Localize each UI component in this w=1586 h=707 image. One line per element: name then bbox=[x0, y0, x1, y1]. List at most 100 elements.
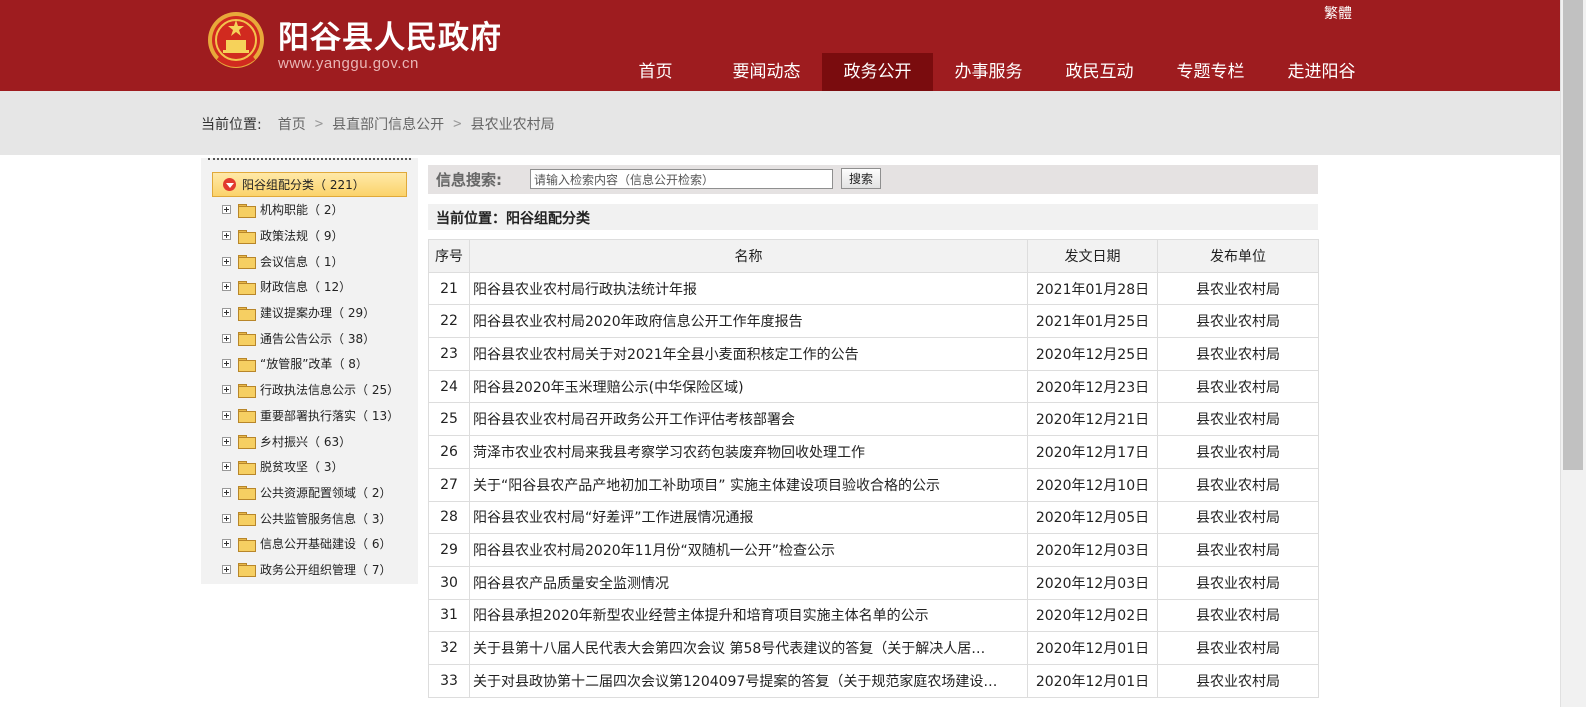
breadcrumb-home[interactable]: 首页 bbox=[278, 114, 306, 134]
expand-icon[interactable] bbox=[222, 308, 231, 318]
category-count: （ 38） bbox=[332, 331, 376, 346]
category-item[interactable]: “放管服”改革（ 8） bbox=[222, 351, 412, 377]
category-item[interactable]: 通告公告公示（ 38） bbox=[222, 325, 412, 351]
document-title-link[interactable]: 菏泽市农业农村局来我县考察学习农药包装废弃物回收处理工作 bbox=[469, 435, 1028, 469]
breadcrumb-agriculture-bureau[interactable]: 县农业农村局 bbox=[471, 114, 555, 134]
search-button[interactable]: 搜索 bbox=[841, 168, 881, 189]
document-title-link[interactable]: 阳谷县农业农村局召开政务公开工作评估考核部署会 bbox=[469, 402, 1028, 437]
expand-icon[interactable] bbox=[222, 513, 231, 523]
expand-icon[interactable] bbox=[222, 205, 231, 215]
category-item[interactable]: 会议信息（ 1） bbox=[222, 248, 412, 274]
table-row: 24 阳谷县2020年玉米理赔公示(中华保险区域) 2020年12月23日 县农业农村… bbox=[428, 369, 1319, 404]
folder-icon bbox=[238, 460, 256, 475]
category-root-name: 阳谷组配分类 bbox=[242, 178, 315, 192]
category-count: （ 1） bbox=[308, 254, 344, 269]
expand-icon[interactable] bbox=[222, 282, 231, 292]
expand-icon[interactable] bbox=[222, 385, 231, 395]
table-row: 21 阳谷县农业农村局行政执法统计年报 2021年01月28日 县农业农村局 bbox=[428, 271, 1319, 306]
publishing-unit: 县农业农村局 bbox=[1157, 337, 1319, 371]
main-nav: 首页 要闻动态 政务公开 办事服务 政民互动 专题专栏 走进阳谷 bbox=[600, 53, 1377, 91]
nav-services[interactable]: 办事服务 bbox=[933, 53, 1044, 91]
document-title-link[interactable]: 阳谷县农业农村局“好差评”工作进展情况通报 bbox=[469, 500, 1028, 535]
category-item[interactable]: 机构职能（ 2） bbox=[222, 197, 412, 223]
folder-icon bbox=[238, 383, 256, 398]
expand-icon[interactable] bbox=[222, 359, 231, 369]
document-title-link[interactable]: 阳谷县农业农村局2020年政府信息公开工作年度报告 bbox=[469, 304, 1028, 339]
category-count: （ 9） bbox=[308, 229, 344, 244]
expand-icon[interactable] bbox=[222, 436, 231, 446]
expand-icon[interactable] bbox=[222, 462, 231, 472]
document-title-link[interactable]: 阳谷县农业农村局行政执法统计年报 bbox=[469, 271, 1028, 306]
category-count: （ 2） bbox=[356, 485, 392, 500]
document-title-link[interactable]: 阳谷县农业农村局2020年11月份“双随机一公开”检查公示 bbox=[469, 533, 1028, 567]
publish-date: 2020年12月10日 bbox=[1027, 467, 1158, 502]
expand-icon[interactable] bbox=[222, 564, 231, 574]
publish-date: 2020年12月01日 bbox=[1027, 631, 1158, 665]
category-count: （ 12） bbox=[308, 280, 352, 295]
category-root-count: （ 221） bbox=[314, 178, 365, 192]
nav-home[interactable]: 首页 bbox=[600, 53, 711, 91]
category-item[interactable]: 重要部署执行落实（ 13） bbox=[222, 403, 412, 429]
publishing-unit: 县农业农村局 bbox=[1157, 435, 1319, 469]
document-title-link[interactable]: 关于县第十八届人民代表大会第四次会议 第58号代表建议的答复（关于解决人居… bbox=[469, 631, 1028, 665]
table-row: 22 阳谷县农业农村局2020年政府信息公开工作年度报告 2021年01月25日 县农… bbox=[428, 304, 1319, 339]
category-root[interactable]: 阳谷组配分类 （ 221） bbox=[212, 172, 407, 197]
category-item[interactable]: 财政信息（ 12） bbox=[222, 274, 412, 300]
folder-icon bbox=[238, 203, 256, 218]
category-item[interactable]: 脱贫攻坚（ 3） bbox=[222, 454, 412, 480]
nav-interaction[interactable]: 政民互动 bbox=[1044, 53, 1155, 91]
publishing-unit: 县农业农村局 bbox=[1157, 663, 1319, 698]
search-input[interactable] bbox=[530, 169, 833, 189]
document-title-link[interactable]: 阳谷县农产品质量安全监测情况 bbox=[469, 565, 1028, 600]
document-title-link[interactable]: 关于“阳谷县农产品产地初加工补助项目” 实施主体建设项目验收合格的公示 bbox=[469, 467, 1028, 502]
row-number: 27 bbox=[428, 467, 470, 502]
expand-icon[interactable] bbox=[222, 256, 231, 266]
category-item[interactable]: 公共监管服务信息（ 3） bbox=[222, 505, 412, 531]
category-item[interactable]: 信息公开基础建设（ 6） bbox=[222, 531, 412, 557]
category-item[interactable]: 政策法规（ 9） bbox=[222, 223, 412, 249]
table-row: 27 关于“阳谷县农产品产地初加工补助项目” 实施主体建设项目验收合格的公示 202… bbox=[428, 467, 1319, 502]
document-title-link[interactable]: 阳谷县承担2020年新型农业经营主体提升和培育项目实施主体名单的公示 bbox=[469, 598, 1028, 633]
column-header-date: 发文日期 bbox=[1027, 239, 1158, 273]
breadcrumb-dept-info[interactable]: 县直部门信息公开 bbox=[332, 114, 444, 134]
category-item[interactable]: 乡村振兴（ 63） bbox=[222, 428, 412, 454]
category-item[interactable]: 政务公开组织管理（ 7） bbox=[222, 557, 412, 583]
document-title-link[interactable]: 阳谷县农业农村局关于对2021年全县小麦面积核定工作的公告 bbox=[469, 337, 1028, 371]
nav-news[interactable]: 要闻动态 bbox=[711, 53, 822, 91]
publish-date: 2020年12月05日 bbox=[1027, 500, 1158, 535]
expand-icon[interactable] bbox=[222, 539, 231, 549]
table-row: 26 菏泽市农业农村局来我县考察学习农药包装废弃物回收处理工作 2020年12月17… bbox=[428, 435, 1319, 469]
collapse-icon[interactable] bbox=[223, 178, 236, 191]
table-row: 30 阳谷县农产品质量安全监测情况 2020年12月03日 县农业农村局 bbox=[428, 565, 1319, 600]
traditional-chinese-link[interactable]: 繁體 bbox=[1324, 3, 1352, 23]
table-row: 28 阳谷县农业农村局“好差评”工作进展情况通报 2020年12月05日 县农业农村局 bbox=[428, 500, 1319, 535]
nav-gov-affairs[interactable]: 政务公开 bbox=[822, 53, 933, 91]
expand-icon[interactable] bbox=[222, 487, 231, 497]
category-item[interactable]: 公共资源配置领域（ 2） bbox=[222, 480, 412, 506]
category-name: 机构职能 bbox=[260, 203, 309, 218]
nav-about[interactable]: 走进阳谷 bbox=[1266, 53, 1377, 91]
category-name: “放管服”改革 bbox=[260, 357, 333, 372]
row-number: 22 bbox=[428, 304, 470, 339]
category-tree: 机构职能（ 2） 政策法规（ 9） 会议信息（ 1） 财政信息（ 12） 建议提… bbox=[222, 197, 412, 582]
category-name: 脱贫攻坚 bbox=[260, 460, 309, 475]
category-count: （ 63） bbox=[308, 434, 352, 449]
category-item[interactable]: 行政执法信息公示（ 25） bbox=[222, 377, 412, 403]
category-name: 政务公开组织管理 bbox=[260, 562, 357, 577]
folder-icon bbox=[238, 563, 256, 578]
document-title-link[interactable]: 阳谷县2020年玉米理赔公示(中华保险区域) bbox=[469, 369, 1028, 404]
site-url: www.yanggu.gov.cn bbox=[278, 55, 419, 72]
table-row: 23 阳谷县农业农村局关于对2021年全县小麦面积核定工作的公告 2020年12月2… bbox=[428, 337, 1319, 371]
category-count: （ 25） bbox=[356, 383, 400, 398]
expand-icon[interactable] bbox=[222, 333, 231, 343]
row-number: 30 bbox=[428, 565, 470, 600]
scrollbar-thumb[interactable] bbox=[1563, 0, 1583, 470]
expand-icon[interactable] bbox=[222, 410, 231, 420]
category-name: 公共监管服务信息 bbox=[260, 511, 357, 526]
expand-icon[interactable] bbox=[222, 231, 231, 241]
site-title[interactable]: 阳谷县人民政府 bbox=[278, 12, 502, 57]
nav-topics[interactable]: 专题专栏 bbox=[1155, 53, 1266, 91]
document-title-link[interactable]: 关于对县政协第十二届四次会议第1204097号提案的答复（关于规范家庭农场建设… bbox=[469, 663, 1028, 698]
category-item[interactable]: 建议提案办理（ 29） bbox=[222, 300, 412, 326]
row-number: 23 bbox=[428, 337, 470, 371]
